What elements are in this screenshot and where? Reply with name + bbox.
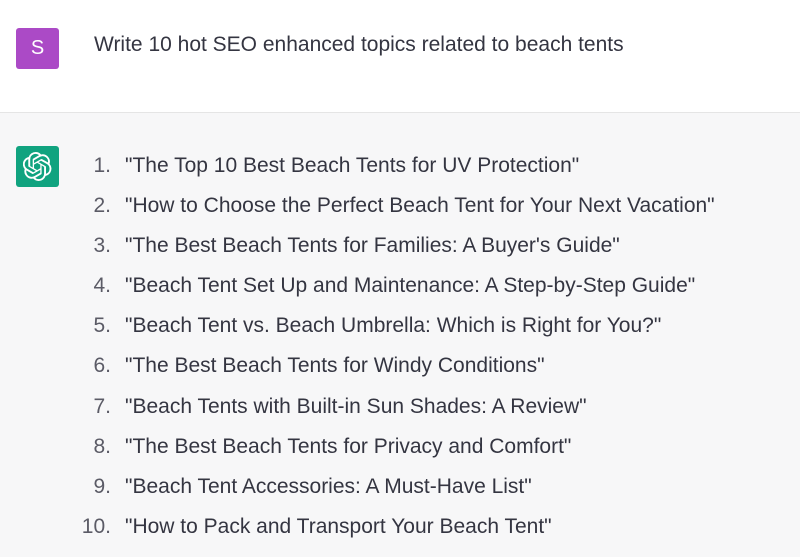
list-item: 10. "How to Pack and Transport Your Beach… — [74, 513, 715, 553]
list-item-number: 10. — [81, 514, 111, 538]
user-message-row: S Write 10 hot SEO enhanced topics relat… — [0, 0, 800, 113]
list-item: 5. "Beach Tent vs. Beach Umbrella: Which … — [74, 312, 715, 352]
list-item: 9. "Beach Tent Accessories: A Must-Have L… — [74, 473, 715, 513]
list-item-number: 1. — [93, 154, 111, 177]
list-item: 4. "Beach Tent Set Up and Maintenance: A … — [74, 272, 715, 312]
list-item-text: "Beach Tent Accessories: A Must-Have Lis… — [125, 474, 532, 498]
list-item-text: "Beach Tent vs. Beach Umbrella: Which is… — [125, 314, 662, 338]
list-item: 1. "The Top 10 Best Beach Tents for UV Pr… — [74, 152, 715, 192]
user-message-text: Write 10 hot SEO enhanced topics related… — [94, 33, 624, 56]
list-item-text: "The Best Beach Tents for Families: A Bu… — [125, 234, 620, 258]
list-item-text: "How to Pack and Transport Your Beach Te… — [125, 514, 552, 538]
list-item-number: 5. — [93, 314, 111, 338]
list-item-number: 2. — [93, 194, 111, 218]
openai-logo-icon — [23, 152, 52, 181]
list-item-text: "How to Choose the Perfect Beach Tent fo… — [125, 194, 715, 218]
assistant-avatar — [16, 146, 59, 187]
list-item-number: 3. — [93, 234, 111, 258]
list-item: 7. "Beach Tents with Built-in Sun Shades:… — [74, 393, 715, 433]
list-item-number: 9. — [93, 474, 111, 498]
list-item-text: "Beach Tent Set Up and Maintenance: A St… — [125, 274, 696, 298]
list-item-number: 6. — [93, 354, 111, 378]
list-item: 8. "The Best Beach Tents for Privacy and … — [74, 433, 715, 473]
list-item-number: 8. — [93, 434, 111, 458]
list-item-number: 7. — [93, 394, 111, 418]
list-item-text: "Beach Tents with Built-in Sun Shades: A… — [125, 394, 587, 418]
list-item-text: "The Best Beach Tents for Privacy and Co… — [125, 434, 572, 458]
list-item-text: "The Best Beach Tents for Windy Conditio… — [125, 354, 545, 378]
user-avatar: S — [16, 28, 59, 69]
assistant-message-row: 1. "The Top 10 Best Beach Tents for UV Pr… — [0, 113, 800, 557]
list-item-number: 4. — [93, 274, 111, 298]
list-item: 3. "The Best Beach Tents for Families: A … — [74, 232, 715, 272]
topic-list: 1. "The Top 10 Best Beach Tents for UV Pr… — [74, 152, 715, 553]
list-item: 2. "How to Choose the Perfect Beach Tent … — [74, 192, 715, 232]
list-item-text: "The Top 10 Best Beach Tents for UV Prot… — [125, 154, 580, 177]
list-item: 6. "The Best Beach Tents for Windy Condit… — [74, 352, 715, 392]
